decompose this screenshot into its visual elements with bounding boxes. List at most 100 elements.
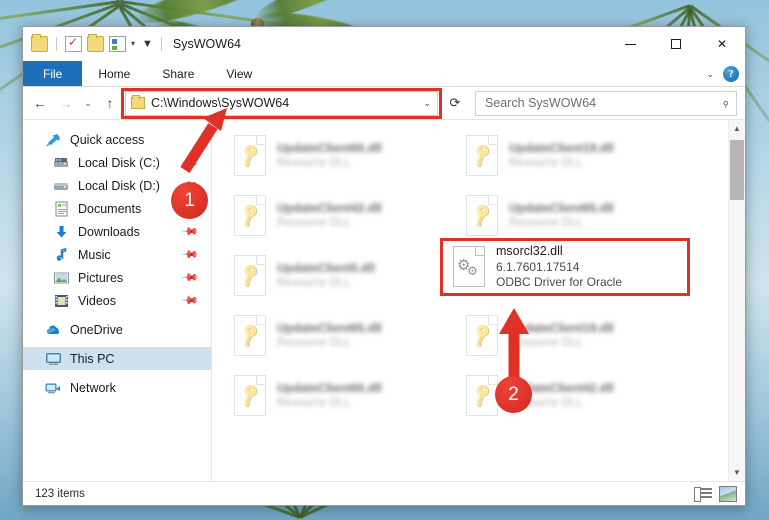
search-icon[interactable]: ⌕ (717, 95, 733, 111)
sidebar-item-onedrive[interactable]: OneDrive (23, 318, 211, 341)
sidebar-item-quick-access[interactable]: Quick access (23, 128, 211, 151)
customize-qat-icon[interactable]: ▼ (142, 38, 153, 50)
sidebar-item-label: Music (78, 247, 111, 262)
dll-key-icon: 🔑 (234, 255, 268, 297)
pin-icon[interactable]: 📌 (181, 176, 200, 195)
sidebar-item-videos[interactable]: Videos 📌 (23, 289, 211, 312)
sidebar-item-label: Local Disk (C:) (78, 155, 160, 170)
window-body: Quick access Local Disk (C:) 📌 Local Dis… (23, 119, 745, 481)
sidebar-item-label: Quick access (70, 132, 145, 147)
dll-key-icon: 🔑 (234, 135, 268, 177)
sidebar-item-this-pc[interactable]: This PC (23, 347, 211, 370)
file-desc: Resource DLL (509, 217, 583, 230)
dll-key-icon: 🔑 (466, 195, 500, 237)
file-item[interactable]: 🔑 UpdateClient19.dll Resource DLL (454, 306, 686, 366)
drive-icon (53, 155, 70, 171)
file-item[interactable]: 🔑 UpdateClient42.dll Resource DLL (222, 186, 454, 246)
folder-icon[interactable] (31, 34, 48, 52)
minimize-button[interactable] (607, 27, 653, 61)
toolbar-divider-2 (160, 37, 162, 51)
scrollbar-thumb[interactable] (730, 140, 744, 200)
quick-access-toolbar[interactable]: ▾ ▼ (31, 34, 165, 52)
file-item[interactable]: 🔑 UpdateClient65.dll Resource DLL (222, 366, 454, 426)
window-title: SysWOW64 (172, 37, 241, 51)
customize-icon[interactable] (109, 36, 126, 52)
new-folder-icon[interactable] (87, 34, 104, 52)
up-arrow-icon[interactable]: ↑ (97, 90, 123, 116)
refresh-icon[interactable]: ⟳ (443, 91, 467, 116)
file-item[interactable]: 🔑 UpdateClient5.dll Resource DLL (222, 246, 454, 306)
pin-icon[interactable]: 📌 (181, 199, 200, 218)
file-item[interactable]: 🔑 UpdateClient65.dll Resource DLL (454, 186, 686, 246)
file-description: ODBC Driver for Oracle (496, 274, 623, 289)
file-item[interactable]: 🔑 UpdateClient19.dll Resource DLL (454, 126, 686, 186)
sidebar-item-network[interactable]: Network (23, 376, 211, 399)
address-bar[interactable]: C:\Windows\SysWOW64 ⌄ (125, 90, 438, 116)
sidebar-item-label: This PC (70, 351, 115, 366)
sidebar-item-downloads[interactable]: Downloads 📌 (23, 220, 211, 243)
properties-check-icon[interactable] (65, 35, 82, 52)
file-desc: Resource DLL (509, 157, 583, 170)
title-bar: ▾ ▼ SysWOW64 ✕ (23, 27, 745, 61)
chevron-down-icon[interactable]: ⌄ (423, 98, 437, 109)
file-explorer-window: ▾ ▼ SysWOW64 ✕ File Home Share View ⌄ ? … (22, 26, 746, 506)
sidebar-item-local-disk-d[interactable]: Local Disk (D:) 📌 (23, 174, 211, 197)
file-desc: Resource DLL (277, 157, 351, 170)
dll-key-icon: 🔑 (234, 375, 268, 417)
file-item[interactable]: 🔑 UpdateClient42.dll Resource DLL (454, 366, 686, 426)
file-item-msorcl32[interactable]: ⚙ ⚙ msorcl32.dll 6.1.7601.17514 ODBC Driv… (443, 241, 687, 293)
scroll-down-button[interactable]: ▼ (729, 464, 745, 481)
music-icon (53, 247, 70, 263)
large-icons-view-button[interactable] (719, 485, 737, 502)
file-item[interactable]: 🔑 UpdateClient65.dll Resource DLL (222, 126, 454, 186)
scroll-up-button[interactable]: ▲ (729, 120, 745, 137)
selected-file-highlight[interactable]: ⚙ ⚙ msorcl32.dll 6.1.7601.17514 ODBC Driv… (440, 238, 690, 296)
file-desc: Resource DLL (277, 337, 351, 350)
help-icon[interactable]: ? (723, 66, 739, 82)
dll-key-icon: 🔑 (466, 135, 500, 177)
pin-icon[interactable]: 📌 (181, 153, 200, 172)
tab-view[interactable]: View (210, 61, 268, 86)
address-toolbar: ← → ⌄ ↑ C:\Windows\SysWOW64 ⌄ ⟳ Search S… (23, 87, 745, 119)
status-bar: 123 items (23, 481, 745, 505)
close-button[interactable]: ✕ (699, 27, 745, 61)
sidebar-item-label: Local Disk (D:) (78, 178, 160, 193)
details-view-button[interactable] (694, 486, 712, 502)
vertical-scrollbar[interactable]: ▲ ▼ (728, 120, 745, 481)
sidebar-item-local-disk-c[interactable]: Local Disk (C:) 📌 (23, 151, 211, 174)
sidebar-item-music[interactable]: Music 📌 (23, 243, 211, 266)
sidebar-item-pictures[interactable]: Pictures 📌 (23, 266, 211, 289)
file-version: 6.1.7601.17514 (496, 259, 580, 274)
dll-key-icon: 🔑 (466, 375, 500, 417)
network-icon (45, 380, 62, 396)
search-input[interactable]: Search SysWOW64 ⌕ (475, 90, 737, 116)
pin-icon[interactable]: 📌 (181, 268, 200, 287)
view-buttons (694, 485, 737, 502)
maximize-button[interactable] (653, 27, 699, 61)
sidebar-item-documents[interactable]: Documents 📌 (23, 197, 211, 220)
sidebar-item-label: Documents (78, 201, 142, 216)
tab-file[interactable]: File (23, 61, 83, 86)
pin-icon[interactable]: 📌 (181, 291, 200, 310)
item-count-label: 123 items (35, 487, 85, 500)
file-list-pane[interactable]: 🔑 UpdateClient65.dll Resource DLL 🔑 Upda… (211, 120, 745, 481)
sidebar-item-label: Downloads (78, 224, 140, 239)
file-desc: Resource DLL (277, 217, 351, 230)
sidebar-item-label: OneDrive (70, 322, 123, 337)
navigation-pane: Quick access Local Disk (C:) 📌 Local Dis… (23, 120, 211, 481)
file-name: UpdateClient65.dll (277, 321, 382, 336)
downloads-icon (53, 224, 70, 240)
back-arrow-icon[interactable]: ← (27, 90, 53, 116)
pin-icon[interactable]: 📌 (181, 222, 200, 241)
chevron-down-icon[interactable]: ⌄ (706, 69, 714, 80)
ribbon-right-controls: ⌄ ? (706, 61, 739, 87)
chevron-down-icon[interactable]: ▾ (131, 40, 135, 48)
pin-icon[interactable]: 📌 (181, 245, 200, 264)
file-desc: Resource DLL (509, 337, 583, 350)
recent-locations-icon[interactable]: ⌄ (79, 90, 97, 116)
file-row: 🔑 UpdateClient65.dll Resource DLL 🔑 Upda… (222, 366, 723, 426)
file-name: UpdateClient42.dll (277, 201, 382, 216)
file-item[interactable]: 🔑 UpdateClient65.dll Resource DLL (222, 306, 454, 366)
tab-home[interactable]: Home (82, 61, 146, 86)
tab-share[interactable]: Share (146, 61, 210, 86)
